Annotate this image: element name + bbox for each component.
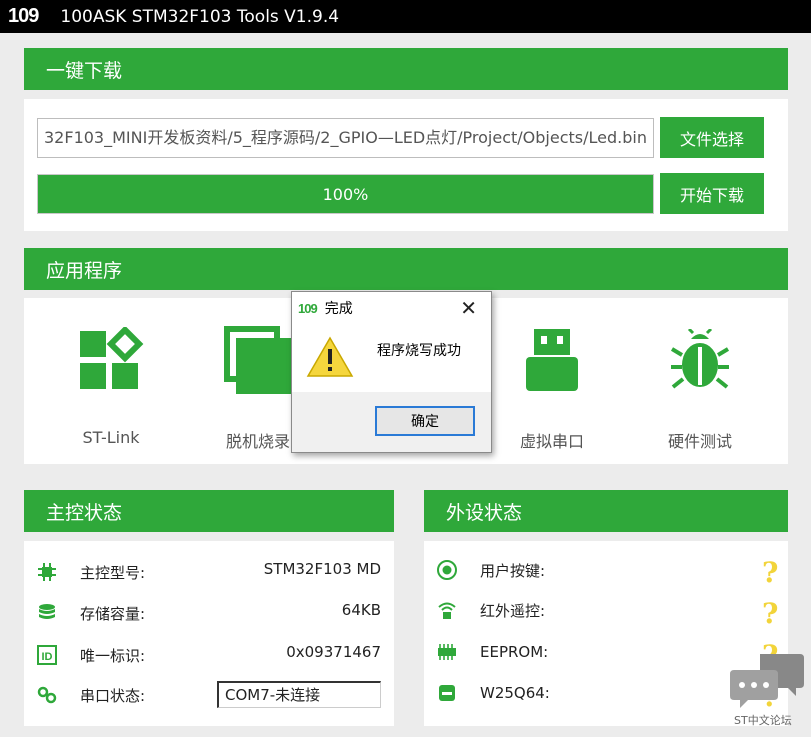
forum-watermark: ST中文论坛 — [730, 650, 806, 730]
dialog-message: 程序烧写成功 — [377, 343, 461, 359]
dialog-ok-button[interactable]: 确定 — [375, 406, 475, 436]
dialog-title-bar: 109 完成 ✕ — [292, 292, 491, 324]
peripheral-button-label: 用户按键: — [480, 561, 546, 580]
st-link-icon — [71, 320, 151, 400]
app-label: ST-Link — [82, 428, 140, 447]
master-row-model: 主控型号: — [36, 557, 145, 587]
master-row-uid: ID 唯一标识: — [36, 640, 145, 670]
title-bar: 109 100ASK STM32F103 Tools V1.9.4 — [0, 0, 811, 33]
app-st-link[interactable]: ST-Link — [41, 310, 181, 460]
master-status-header: 主控状态 — [24, 490, 394, 532]
master-capacity-value: 64KB — [341, 601, 381, 619]
peripheral-row-flash: W25Q64: — [436, 678, 550, 708]
peripheral-row-button: 用户按键: — [436, 555, 545, 585]
svg-text:ID: ID — [42, 651, 53, 663]
peripheral-infrared-label: 红外遥控: — [480, 601, 546, 620]
master-serial-label: 串口状态: — [80, 686, 146, 705]
completion-dialog: 109 完成 ✕ 程序烧写成功 确定 — [291, 291, 492, 453]
download-progress-bar: 100% — [37, 174, 654, 214]
app-hardware-test[interactable]: 硬件测试 — [630, 310, 770, 460]
download-header-label: 一键下载 — [46, 59, 123, 82]
link-icon — [36, 684, 58, 706]
id-icon: ID — [36, 644, 58, 666]
master-status-header-label: 主控状态 — [46, 501, 123, 524]
file-select-button[interactable]: 文件选择 — [660, 117, 764, 158]
peripheral-row-eeprom: EEPROM: — [436, 637, 548, 667]
database-icon — [36, 602, 58, 624]
window-title: 100ASK STM32F103 Tools V1.9.4 — [60, 6, 340, 27]
bug-icon — [660, 320, 740, 400]
dialog-logo: 109 — [298, 300, 318, 316]
warning-icon — [306, 336, 354, 377]
app-label: 脱机烧录 — [225, 432, 290, 451]
master-model-label: 主控型号: — [80, 563, 146, 582]
chat-bubble-icon — [730, 654, 804, 708]
app-label: 虚拟串口 — [519, 432, 584, 451]
peripheral-flash-label: W25Q64: — [480, 684, 550, 702]
master-uid-label: 唯一标识: — [80, 646, 146, 665]
file-path-field[interactable]: 32F103_MINI开发板资料/5_程序源码/2_GPIO—LED点灯/Pro… — [37, 118, 654, 158]
infrared-icon — [436, 599, 458, 621]
peripheral-button-status: ? — [762, 556, 779, 589]
close-icon[interactable]: ✕ — [460, 296, 477, 320]
download-header: 一键下载 — [24, 48, 788, 90]
peripheral-status-header-label: 外设状态 — [446, 501, 523, 524]
file-path-text: 32F103_MINI开发板资料/5_程序源码/2_GPIO—LED点灯/Pro… — [44, 128, 647, 147]
start-download-button[interactable]: 开始下载 — [660, 173, 764, 214]
app-virtual-serial[interactable]: 虚拟串口 — [482, 310, 622, 460]
peripheral-status-header: 外设状态 — [424, 490, 788, 532]
watermark-text: ST中文论坛 — [734, 714, 792, 727]
master-model-value: STM32F103 MD — [263, 560, 381, 578]
usb-icon — [512, 320, 592, 400]
dialog-body: 程序烧写成功 — [292, 324, 491, 392]
app-label: 硬件测试 — [667, 432, 732, 451]
offline-burn-icon — [218, 320, 298, 400]
peripheral-row-infrared: 红外遥控: — [436, 595, 545, 625]
peripheral-infrared-status: ? — [762, 597, 779, 630]
peripheral-eeprom-label: EEPROM: — [480, 643, 549, 661]
apps-header: 应用程序 — [24, 248, 788, 290]
master-row-capacity: 存储容量: — [36, 598, 145, 628]
progress-label: 100% — [322, 184, 369, 204]
master-row-serial: 串口状态: — [36, 680, 145, 710]
serial-port-field[interactable]: COM7-未连接 — [217, 681, 381, 708]
dialog-title: 完成 — [324, 301, 353, 317]
button-icon — [436, 559, 458, 581]
chip-icon — [36, 561, 58, 583]
app-logo: 109 — [8, 5, 39, 27]
master-capacity-label: 存储容量: — [80, 604, 146, 623]
apps-header-label: 应用程序 — [46, 259, 123, 282]
master-uid-value: 0x09371467 — [286, 643, 381, 661]
eeprom-icon — [436, 641, 458, 663]
flash-icon — [436, 682, 458, 704]
